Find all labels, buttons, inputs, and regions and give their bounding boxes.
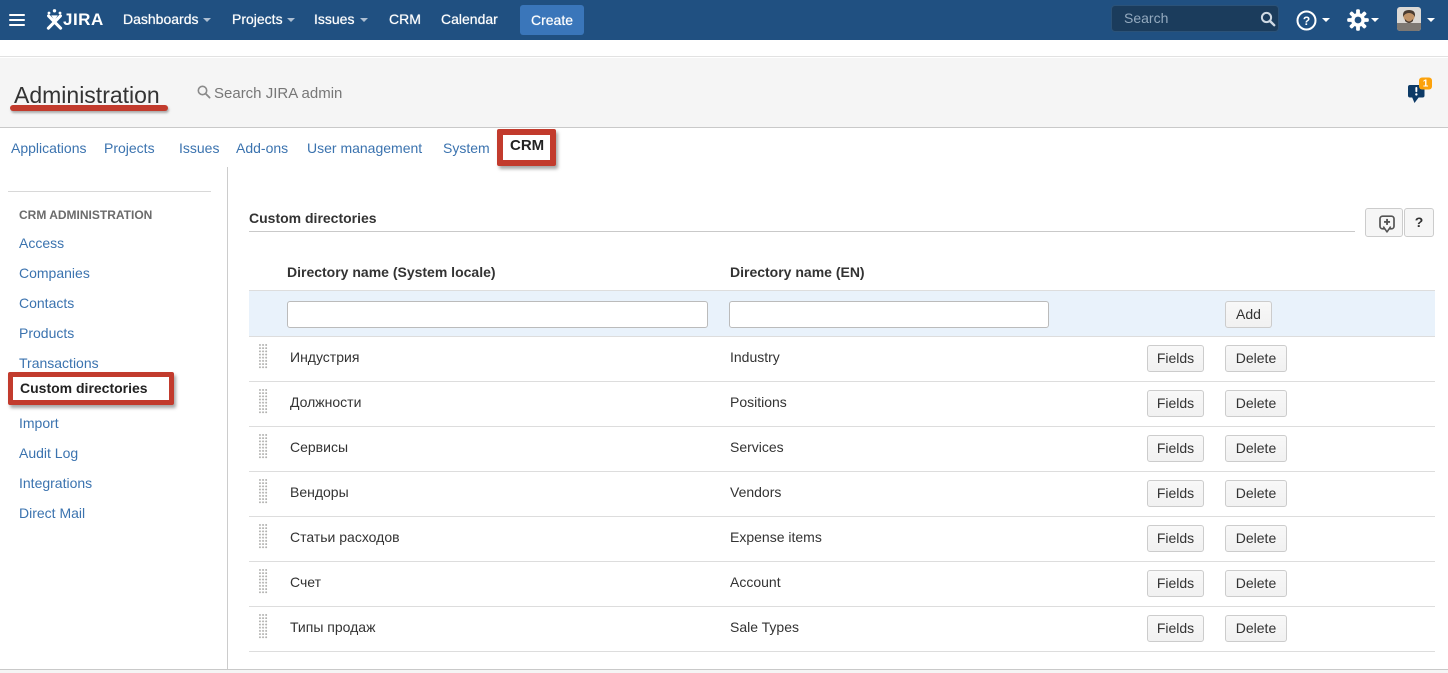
svg-text:1: 1 [1423, 79, 1429, 90]
svg-text:?: ? [1303, 14, 1310, 28]
